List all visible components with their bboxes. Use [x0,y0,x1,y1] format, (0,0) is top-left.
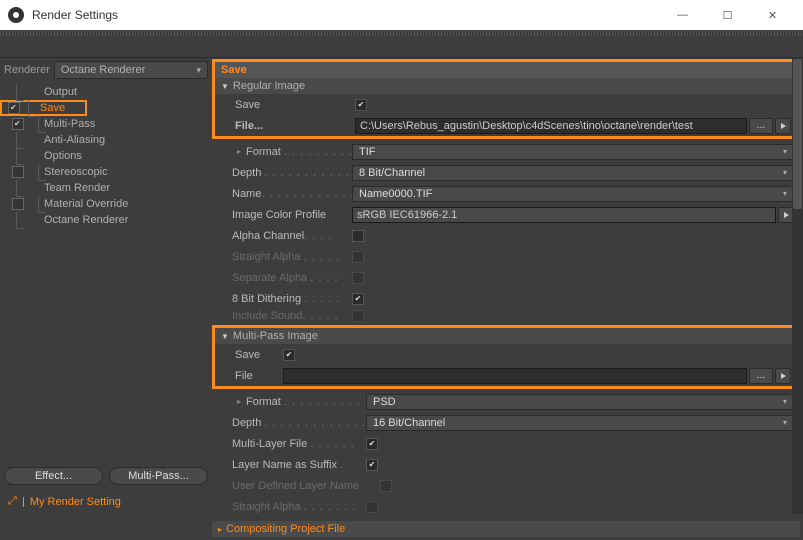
tree-item-save[interactable]: Save [40,102,65,114]
mp-multilayer-checkbox[interactable] [366,438,378,450]
ri-save-checkbox[interactable] [355,99,367,111]
minimize-button[interactable]: — [660,0,705,30]
ri-depth-dropdown[interactable]: 8 Bit/Channel [352,165,794,181]
ri-sound-label: Include Sound [232,310,302,322]
ri-icp-label: Image Color Profile [232,209,326,221]
renderer-value: Octane Renderer [61,64,145,76]
ri-sound-checkbox [352,310,364,322]
tree-item-octanerenderer[interactable]: Octane Renderer [0,212,212,228]
tree-item-multipass[interactable]: Multi-Pass [0,116,212,132]
ri-format-dropdown[interactable]: TIF [352,144,794,160]
ri-file-input[interactable]: C:\Users\Rebus_agustin\Desktop\c4dScenes… [355,118,747,134]
close-button[interactable]: ✕ [750,0,795,30]
maximize-button[interactable]: ☐ [705,0,750,30]
ri-browse-button[interactable]: ... [749,118,773,134]
tree-item-options[interactable]: Options [0,148,212,164]
mp-format-label: Format [246,396,281,408]
ri-sepalpha-checkbox [352,272,364,284]
content-scrollbar[interactable] [792,58,803,514]
mp-format-dropdown[interactable]: PSD [366,394,794,410]
mp-open-button[interactable] [775,368,791,384]
tree-item-materialoverride[interactable]: Material Override [0,196,212,212]
tree-item-output[interactable]: Output [0,84,212,100]
tree-item-stereoscopic[interactable]: Stereoscopic [0,164,212,180]
ri-file-label[interactable]: File... [235,120,263,132]
mp-layername-label: Layer Name as Suffix [232,459,337,471]
multipass-button[interactable]: Multi-Pass... [109,467,208,485]
mp-depth-dropdown[interactable]: 16 Bit/Channel [366,415,794,431]
effect-button[interactable]: Effect... [4,467,103,485]
my-render-setting[interactable]: ⤢ My Render Setting [4,493,208,510]
ri-straight-checkbox [352,251,364,263]
mp-userlayer-checkbox [380,480,392,492]
ri-alpha-checkbox[interactable] [352,230,364,242]
expand-icon: ⤢ [8,495,17,508]
collapse-icon: ▼ [221,82,229,91]
mp-format-expand-icon[interactable]: ▸ [232,397,246,406]
save-checkbox[interactable] [8,102,20,114]
mp-straight-checkbox [366,501,378,513]
mp-straight-label: Straight Alpha [232,501,301,513]
ri-format-label: Format [246,146,281,158]
mp-multilayer-label: Multi-Layer File [232,438,307,450]
ri-alpha-label: Alpha Channel [232,230,304,242]
ri-open-button[interactable] [775,118,791,134]
ri-name-dropdown[interactable]: Name0000.TIF [352,186,794,202]
ri-depth-label: Depth [232,167,261,179]
window-title: Render Settings [32,8,660,22]
mp-file-label: File [235,370,253,382]
tree-item-antialiasing[interactable]: Anti-Aliasing [0,132,212,148]
multipass-checkbox[interactable] [12,118,24,130]
mp-browse-button[interactable]: ... [749,368,773,384]
sidebar: Renderer Octane Renderer Output Save Mul… [0,58,212,514]
ri-name-label: Name [232,188,261,200]
ri-dither-checkbox[interactable] [352,293,364,305]
mp-layername-checkbox[interactable] [366,459,378,471]
scrollbar-thumb[interactable] [793,59,802,209]
tree-item-teamrender[interactable]: Team Render [0,180,212,196]
compositing-header[interactable]: ▸ Compositing Project File [212,521,800,537]
mp-depth-label: Depth [232,417,261,429]
renderer-label: Renderer [4,64,50,76]
mp-save-label: Save [235,349,260,361]
mp-userlayer-label: User Defined Layer Name [232,480,359,492]
format-expand-icon[interactable]: ▸ [232,147,246,156]
settings-tree: Output Save Multi-Pass Anti-Aliasing Opt… [0,82,212,230]
app-icon [8,7,24,23]
stereoscopic-checkbox[interactable] [12,166,24,178]
toolbar [0,36,803,58]
multipass-image-header[interactable]: ▼ Multi-Pass Image [215,328,797,344]
materialoverride-checkbox[interactable] [12,198,24,210]
mp-save-checkbox[interactable] [283,349,295,361]
ri-icp-field[interactable]: sRGB IEC61966-2.1 [352,207,776,223]
save-header: Save [215,62,797,78]
ri-straight-label: Straight Alpha [232,251,301,263]
ri-save-label: Save [235,99,260,111]
renderer-dropdown[interactable]: Octane Renderer [54,61,208,79]
collapse-icon: ▼ [221,332,229,341]
mp-file-input[interactable] [283,368,747,384]
titlebar: Render Settings — ☐ ✕ [0,0,803,30]
ri-dither-label: 8 Bit Dithering [232,293,301,305]
expand-icon: ▸ [218,525,222,534]
regular-image-header[interactable]: ▼ Regular Image [215,78,797,94]
ri-sepalpha-label: Separate Alpha [232,272,307,284]
content-panel: Save ▼ Regular Image Save File... C:\Use… [212,58,803,514]
